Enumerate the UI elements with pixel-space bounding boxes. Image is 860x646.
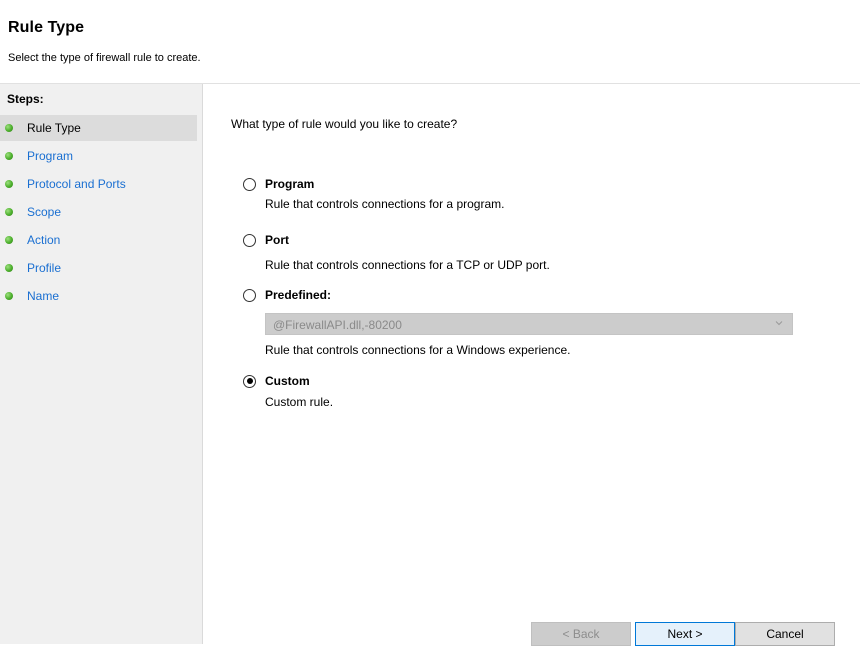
green-dot-icon bbox=[5, 236, 13, 244]
step-label: Program bbox=[27, 149, 74, 163]
back-button[interactable]: < Back bbox=[531, 622, 631, 646]
rule-type-question: What type of rule would you like to crea… bbox=[231, 117, 458, 131]
step-label: Rule Type bbox=[27, 121, 81, 135]
step-label: Name bbox=[27, 289, 60, 303]
green-dot-icon bbox=[5, 152, 13, 160]
step-rule-type[interactable]: Rule Type bbox=[0, 115, 197, 141]
steps-sidebar: Steps: Rule Type Program Protocol and Po… bbox=[0, 84, 203, 644]
program-radio-option[interactable]: Program bbox=[243, 177, 314, 191]
step-program[interactable]: Program bbox=[0, 143, 197, 169]
port-option-description: Rule that controls connections for a TCP… bbox=[265, 258, 550, 272]
port-option-label: Port bbox=[265, 233, 289, 247]
page-title: Rule Type bbox=[8, 19, 85, 36]
green-dot-icon bbox=[5, 292, 13, 300]
step-profile[interactable]: Profile bbox=[0, 255, 197, 281]
program-radio[interactable] bbox=[243, 177, 256, 191]
rule-type-panel: What type of rule would you like to crea… bbox=[203, 84, 860, 646]
custom-radio-option[interactable]: Custom bbox=[243, 374, 310, 388]
predefined-option-description: Rule that controls connections for a Win… bbox=[265, 343, 571, 357]
predefined-select-value: @FirewallAPI.dll,-80200 bbox=[273, 318, 402, 332]
step-name[interactable]: Name bbox=[0, 283, 197, 309]
program-option-label: Program bbox=[265, 177, 315, 191]
step-scope[interactable]: Scope bbox=[0, 199, 197, 225]
port-radio[interactable] bbox=[243, 233, 256, 247]
step-label: Scope bbox=[27, 205, 62, 219]
predefined-option-label: Predefined: bbox=[265, 288, 332, 302]
chevron-down-icon bbox=[775, 321, 783, 326]
green-dot-icon bbox=[5, 208, 13, 216]
step-label: Action bbox=[27, 233, 61, 247]
green-dot-icon bbox=[5, 264, 13, 272]
port-radio-option[interactable]: Port bbox=[243, 233, 289, 247]
step-label: Protocol and Ports bbox=[27, 177, 126, 191]
custom-option-label: Custom bbox=[265, 374, 310, 388]
steps-heading: Steps: bbox=[7, 92, 44, 106]
step-protocol-and-ports[interactable]: Protocol and Ports bbox=[0, 171, 197, 197]
step-action[interactable]: Action bbox=[0, 227, 197, 253]
step-label: Profile bbox=[27, 261, 62, 275]
custom-option-description: Custom rule. bbox=[265, 395, 334, 409]
green-dot-icon bbox=[5, 180, 13, 188]
predefined-radio-option[interactable]: Predefined: bbox=[243, 288, 331, 302]
page-subtitle: Select the type of firewall rule to crea… bbox=[8, 52, 201, 64]
green-dot-icon bbox=[5, 124, 13, 132]
next-button[interactable]: Next > bbox=[635, 622, 735, 646]
custom-radio[interactable] bbox=[243, 374, 256, 388]
predefined-radio[interactable] bbox=[243, 288, 256, 302]
cancel-button[interactable]: Cancel bbox=[735, 622, 835, 646]
program-option-description: Rule that controls connections for a pro… bbox=[265, 197, 505, 211]
wizard-header: Rule Type Select the type of firewall ru… bbox=[0, 0, 860, 84]
predefined-rule-select[interactable]: @FirewallAPI.dll,-80200 bbox=[265, 313, 793, 335]
